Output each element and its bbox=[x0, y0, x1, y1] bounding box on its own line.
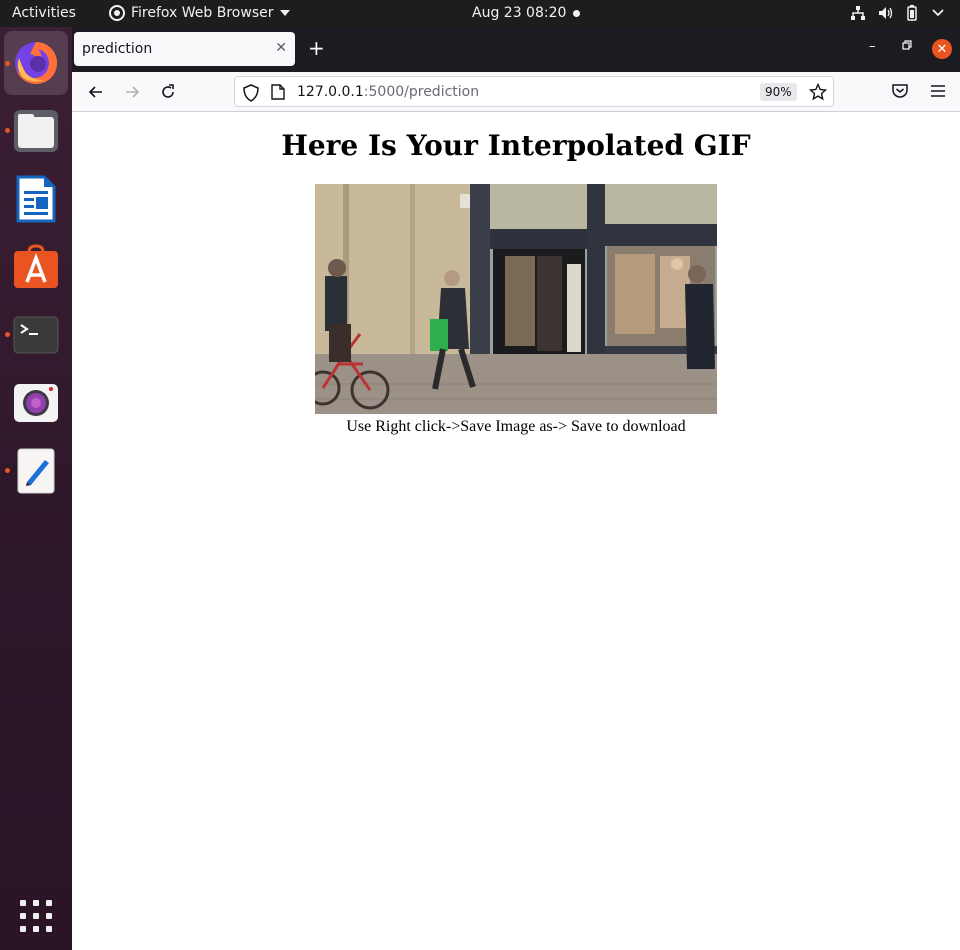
dock-ubuntu-software[interactable] bbox=[4, 235, 68, 299]
firefox-small-icon bbox=[109, 5, 125, 21]
pocket-icon[interactable] bbox=[891, 82, 909, 100]
power-menu-icon bbox=[932, 9, 944, 17]
writer-icon bbox=[16, 175, 56, 223]
hamburger-menu-icon[interactable] bbox=[929, 82, 947, 100]
show-applications-icon[interactable] bbox=[20, 900, 52, 932]
battery-icon bbox=[907, 5, 917, 21]
minimize-button[interactable]: – bbox=[869, 39, 876, 54]
running-indicator bbox=[5, 61, 10, 66]
dock-files[interactable] bbox=[4, 99, 68, 163]
dock-libreoffice-writer[interactable] bbox=[4, 167, 68, 231]
gnome-top-bar: Activities Firefox Web Browser Aug 23 08… bbox=[0, 0, 960, 27]
dock-screenshot[interactable] bbox=[4, 371, 68, 435]
restore-button[interactable] bbox=[902, 39, 912, 54]
tab-prediction[interactable]: prediction ✕ bbox=[74, 32, 295, 66]
app-menu-label: Firefox Web Browser bbox=[131, 5, 274, 21]
dock-terminal[interactable] bbox=[4, 303, 68, 367]
tab-title: prediction bbox=[82, 41, 153, 57]
forward-icon[interactable] bbox=[122, 82, 142, 102]
url-host: 127.0.0.1 bbox=[297, 84, 364, 100]
notification-dot-icon bbox=[573, 10, 580, 17]
dock bbox=[0, 27, 72, 950]
page-content: Here Is Your Interpolated GIF Use Right … bbox=[72, 113, 960, 950]
zoom-level-button[interactable]: 90% bbox=[760, 83, 797, 101]
volume-icon bbox=[879, 7, 893, 19]
url-path: :5000/prediction bbox=[363, 84, 480, 100]
navigation-toolbar: 127.0.0.1:5000/prediction 90% bbox=[72, 72, 960, 112]
dock-text-editor[interactable] bbox=[4, 439, 68, 503]
page-heading: Here Is Your Interpolated GIF bbox=[281, 129, 751, 162]
system-tray[interactable] bbox=[850, 5, 946, 21]
url-text: 127.0.0.1:5000/prediction bbox=[297, 84, 479, 100]
running-indicator bbox=[5, 468, 10, 473]
firefox-icon bbox=[15, 41, 58, 84]
clock[interactable]: Aug 23 08:20 bbox=[472, 5, 566, 21]
restore-icon bbox=[902, 40, 912, 50]
new-tab-button[interactable]: + bbox=[308, 38, 325, 58]
terminal-icon bbox=[13, 316, 59, 354]
camera-icon bbox=[14, 384, 58, 422]
files-icon bbox=[14, 110, 58, 152]
interpolated-gif-image[interactable] bbox=[315, 184, 717, 414]
dock-firefox[interactable] bbox=[4, 31, 68, 95]
reload-icon[interactable] bbox=[158, 82, 178, 102]
close-window-button[interactable]: ✕ bbox=[932, 39, 952, 59]
running-indicator bbox=[5, 128, 10, 133]
activities-button[interactable]: Activities bbox=[12, 5, 76, 21]
back-icon[interactable] bbox=[86, 82, 106, 102]
bookmark-star-icon[interactable] bbox=[809, 83, 827, 101]
network-icon bbox=[851, 6, 865, 20]
running-indicator bbox=[5, 332, 10, 337]
tab-bar: prediction ✕ + – ✕ bbox=[72, 27, 960, 72]
page-info-icon[interactable] bbox=[271, 84, 285, 100]
app-menu[interactable]: Firefox Web Browser bbox=[109, 5, 290, 21]
chevron-down-icon bbox=[279, 10, 290, 16]
download-caption: Use Right click->Save Image as-> Save to… bbox=[346, 418, 686, 435]
text-editor-icon bbox=[17, 448, 55, 494]
url-bar[interactable]: 127.0.0.1:5000/prediction 90% bbox=[234, 76, 834, 107]
tab-close-icon[interactable]: ✕ bbox=[275, 40, 287, 56]
ubuntu-software-icon bbox=[14, 244, 58, 288]
tracking-protection-shield-icon[interactable] bbox=[243, 84, 259, 102]
